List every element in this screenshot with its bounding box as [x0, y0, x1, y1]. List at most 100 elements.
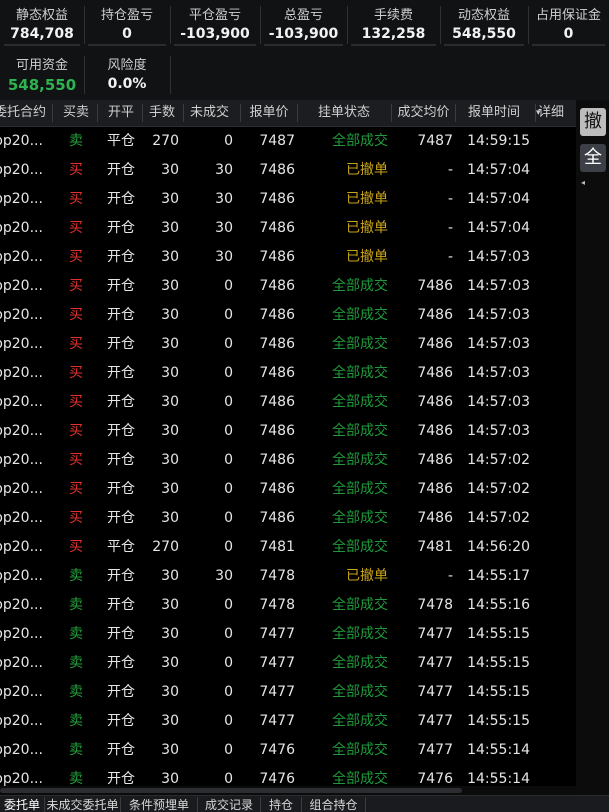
quantity-cell: 30 — [161, 336, 179, 352]
order-price-cell: 7486 — [259, 162, 295, 178]
avg-fill-price-cell: 7486 — [417, 336, 453, 352]
column-header[interactable]: 挂单状态 — [300, 100, 388, 126]
table-row[interactable]: pp20... 买 开仓 30 0 7486 全部成交 7486 14:57:03 — [0, 417, 576, 446]
table-row[interactable]: pp20... 买 平仓 270 0 7481 全部成交 7481 14:56:20 — [0, 533, 576, 562]
table-row[interactable]: pp20... 买 开仓 30 30 7486 已撤单 -14:57:04 — [0, 156, 576, 185]
open-close-cell: 开仓 — [107, 568, 135, 584]
table-row[interactable]: pp20... 买 开仓 30 0 7486 全部成交 7486 14:57:02 — [0, 504, 576, 533]
order-status-cell: 已撤单 — [346, 162, 388, 178]
summary-stat: 占用保证金 0 — [528, 0, 609, 46]
column-divider[interactable] — [183, 104, 184, 122]
column-divider[interactable] — [97, 104, 98, 122]
unfilled-cell: 0 — [224, 133, 233, 149]
stat-label: 手续费 — [373, 8, 413, 23]
column-header[interactable]: 买卖 — [55, 100, 97, 126]
column-header[interactable]: 报单时间 — [458, 100, 530, 126]
order-status-cell: 全部成交 — [332, 481, 388, 497]
order-time-cell: 14:57:03 — [467, 307, 530, 323]
column-header[interactable]: 手数 — [145, 100, 179, 126]
column-header[interactable]: 委托合约 — [0, 100, 50, 126]
summary-stat: 可用资金 548,550 — [0, 50, 84, 96]
collapse-arrow-icon[interactable]: ◂ — [581, 178, 585, 187]
stat-value: 132,258 — [361, 26, 426, 42]
column-divider[interactable] — [391, 104, 392, 122]
horizontal-scrollbar[interactable] — [0, 786, 576, 795]
table-row[interactable]: pp20... 卖 开仓 30 0 7476 全部成交 7477 14:55:14 — [0, 736, 576, 765]
stat-underline — [351, 44, 436, 46]
open-close-cell: 开仓 — [107, 481, 135, 497]
table-row[interactable]: pp20... 买 开仓 30 0 7486 全部成交 7486 14:57:03 — [0, 388, 576, 417]
bottom-tab[interactable]: 条件预埋单 — [121, 797, 198, 812]
bottom-tab[interactable]: 委托单 — [0, 797, 45, 812]
bottom-tab[interactable]: 组合持仓 — [302, 797, 366, 812]
order-table: 委托合约买卖开平手数未成交报单价挂单状态成交均价报单时间详细▾ pp20... 卖… — [0, 100, 576, 795]
order-time-cell: 14:56:20 — [467, 539, 530, 555]
column-header[interactable]: 未成交 — [186, 100, 233, 126]
table-row[interactable]: pp20... 买 开仓 30 0 7486 全部成交 7486 14:57:03 — [0, 301, 576, 330]
table-row[interactable]: pp20... 买 开仓 30 30 7486 已撤单 -14:57:04 — [0, 185, 576, 214]
summary-stat: 动态权益 548,550 — [440, 0, 528, 46]
avg-fill-price-cell: 7477 — [417, 742, 453, 758]
column-divider[interactable] — [455, 104, 456, 122]
unfilled-cell: 30 — [215, 568, 233, 584]
sort-arrow-icon[interactable]: ▾ — [536, 100, 546, 126]
bottom-tab[interactable]: 未成交委托单 — [45, 797, 121, 812]
order-status-cell: 已撤单 — [346, 249, 388, 265]
column-divider[interactable] — [142, 104, 143, 122]
table-row[interactable]: pp20... 买 开仓 30 0 7486 全部成交 7486 14:57:02 — [0, 475, 576, 504]
summary-divider — [170, 56, 171, 94]
order-time-cell: 14:57:02 — [467, 510, 530, 526]
unfilled-cell: 30 — [215, 162, 233, 178]
cancel-order-button[interactable]: 撤 — [580, 108, 606, 136]
cancel-all-button[interactable]: 全 — [580, 144, 606, 172]
table-row[interactable]: pp20... 买 开仓 30 0 7486 全部成交 7486 14:57:03 — [0, 359, 576, 388]
bottom-tab[interactable]: 持仓 — [261, 797, 302, 812]
unfilled-cell: 0 — [224, 539, 233, 555]
column-header[interactable]: 开平 — [100, 100, 142, 126]
open-close-cell: 开仓 — [107, 510, 135, 526]
contract-cell: pp20... — [0, 742, 43, 758]
side-cell: 卖 — [69, 568, 83, 584]
table-row[interactable]: pp20... 卖 开仓 30 30 7478 已撤单 -14:55:17 — [0, 562, 576, 591]
side-cell: 买 — [69, 423, 83, 439]
column-divider[interactable] — [52, 104, 53, 122]
side-cell: 卖 — [69, 684, 83, 700]
unfilled-cell: 0 — [224, 452, 233, 468]
side-cell: 卖 — [69, 742, 83, 758]
contract-cell: pp20... — [0, 597, 43, 613]
order-price-cell: 7486 — [259, 452, 295, 468]
order-time-cell: 14:55:15 — [467, 655, 530, 671]
table-row[interactable]: pp20... 卖 开仓 30 0 7477 全部成交 7477 14:55:15 — [0, 707, 576, 736]
order-price-cell: 7486 — [259, 220, 295, 236]
open-close-cell: 开仓 — [107, 684, 135, 700]
open-close-cell: 开仓 — [107, 191, 135, 207]
column-divider[interactable] — [297, 104, 298, 122]
table-row[interactable]: pp20... 卖 开仓 30 0 7477 全部成交 7477 14:55:15 — [0, 678, 576, 707]
table-row[interactable]: pp20... 卖 开仓 30 0 7477 全部成交 7477 14:55:15 — [0, 620, 576, 649]
table-row[interactable]: pp20... 卖 开仓 30 0 7478 全部成交 7478 14:55:16 — [0, 591, 576, 620]
order-price-cell: 7486 — [259, 249, 295, 265]
order-status-cell: 全部成交 — [332, 655, 388, 671]
column-divider[interactable] — [240, 104, 241, 122]
side-cell: 买 — [69, 365, 83, 381]
table-row[interactable]: pp20... 买 开仓 30 0 7486 全部成交 7486 14:57:03 — [0, 330, 576, 359]
contract-cell: pp20... — [0, 191, 43, 207]
avg-fill-price-cell: 7477 — [417, 684, 453, 700]
avg-fill-price-cell: - — [447, 568, 453, 584]
table-row[interactable]: pp20... 买 开仓 30 0 7486 全部成交 7486 14:57:02 — [0, 446, 576, 475]
column-header[interactable]: 成交均价 — [394, 100, 453, 126]
contract-cell: pp20... — [0, 423, 43, 439]
open-close-cell: 开仓 — [107, 249, 135, 265]
table-row[interactable]: pp20... 买 开仓 30 30 7486 已撤单 -14:57:03 — [0, 243, 576, 272]
contract-cell: pp20... — [0, 336, 43, 352]
table-row[interactable]: pp20... 买 开仓 30 30 7486 已撤单 -14:57:04 — [0, 214, 576, 243]
table-row[interactable]: pp20... 买 开仓 30 0 7486 全部成交 7486 14:57:03 — [0, 272, 576, 301]
quantity-cell: 30 — [161, 510, 179, 526]
table-row[interactable]: pp20... 卖 平仓 270 0 7487 全部成交 7487 14:59:15 — [0, 127, 576, 156]
table-row[interactable]: pp20... 卖 开仓 30 0 7477 全部成交 7477 14:55:15 — [0, 649, 576, 678]
contract-cell: pp20... — [0, 307, 43, 323]
scrollbar-thumb[interactable] — [0, 788, 462, 793]
column-header[interactable]: 报单价 — [243, 100, 295, 126]
bottom-tab[interactable]: 成交记录 — [198, 797, 261, 812]
order-time-cell: 14:59:15 — [467, 133, 530, 149]
